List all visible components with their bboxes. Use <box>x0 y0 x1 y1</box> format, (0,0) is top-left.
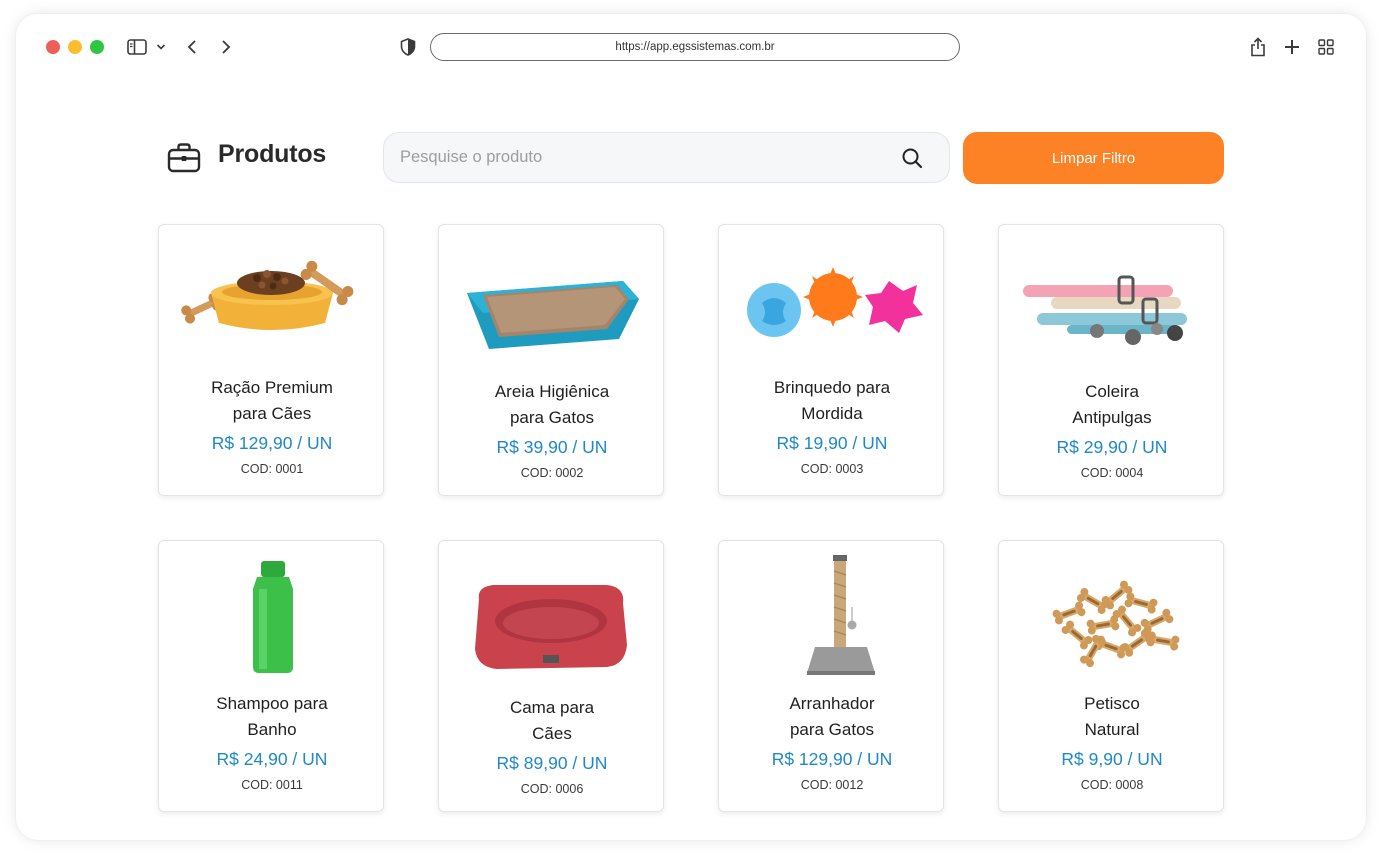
product-price: R$ 9,90 / UN <box>1061 749 1163 769</box>
maximize-window-button[interactable] <box>90 40 104 54</box>
search-icon[interactable] <box>901 147 923 169</box>
product-price: R$ 24,90 / UN <box>216 749 328 769</box>
product-price: R$ 129,90 / UN <box>211 433 333 453</box>
product-image <box>447 233 657 363</box>
product-name: Cama para Cães <box>509 698 595 743</box>
product-code: COD: 0008 <box>1080 778 1144 792</box>
plus-icon[interactable] <box>1282 36 1302 58</box>
product-image <box>727 549 937 679</box>
product-card[interactable]: Brinquedo para Mordida R$ 19,90 / UN COD:… <box>718 224 944 496</box>
chevron-down-icon[interactable] <box>154 36 168 58</box>
product-name: Areia Higiênica para Gatos <box>494 382 610 427</box>
product-code: COD: 0006 <box>520 782 584 796</box>
product-code: COD: 0001 <box>240 462 304 476</box>
product-card[interactable]: Areia Higiênica para Gatos R$ 39,90 / UN … <box>438 224 664 496</box>
product-price: R$ 39,90 / UN <box>496 437 608 457</box>
search-bar <box>383 132 950 183</box>
product-name: Brinquedo para Mordida <box>773 378 891 423</box>
clear-filter-button[interactable]: Limpar Filtro <box>963 132 1224 184</box>
product-name: Coleira Antipulgas <box>1072 382 1152 427</box>
product-card[interactable]: Shampoo para Banho R$ 24,90 / UN COD: 001… <box>158 540 384 812</box>
product-card[interactable]: Ração Premium para Cães R$ 129,90 / UN CO… <box>158 224 384 496</box>
shield-icon[interactable] <box>399 36 417 58</box>
search-input[interactable] <box>384 148 901 167</box>
product-card[interactable]: Coleira Antipulgas R$ 29,90 / UN COD: 000… <box>998 224 1224 496</box>
close-window-button[interactable] <box>46 40 60 54</box>
sidebar-toggle-icon[interactable] <box>126 36 148 58</box>
address-bar[interactable]: https://app.egssistemas.com.br <box>430 33 960 61</box>
product-image <box>167 233 377 363</box>
browser-window: https://app.egssistemas.com.br Produtos … <box>16 14 1366 840</box>
product-image <box>447 549 657 679</box>
product-code: COD: 0003 <box>800 462 864 476</box>
page-title: Produtos <box>218 140 327 168</box>
product-name: Petisco Natural <box>1084 694 1140 739</box>
product-name: Ração Premium para Cães <box>211 378 333 423</box>
product-code: COD: 0004 <box>1080 466 1144 480</box>
product-image <box>1007 549 1217 679</box>
back-arrow-icon[interactable] <box>184 36 200 58</box>
product-image <box>1007 233 1217 363</box>
product-card[interactable]: Cama para Cães R$ 89,90 / UN COD: 0006 <box>438 540 664 812</box>
product-name: Shampoo para Banho <box>216 694 328 739</box>
address-url: https://app.egssistemas.com.br <box>615 41 775 53</box>
product-card[interactable]: Petisco Natural R$ 9,90 / UN COD: 0008 <box>998 540 1224 812</box>
product-code: COD: 0011 <box>241 778 303 792</box>
product-image <box>167 549 377 679</box>
product-code: COD: 0002 <box>520 466 584 480</box>
product-price: R$ 129,90 / UN <box>771 749 893 769</box>
minimize-window-button[interactable] <box>68 40 82 54</box>
product-price: R$ 19,90 / UN <box>776 433 888 453</box>
product-name: Arranhador para Gatos <box>789 694 875 739</box>
share-icon[interactable] <box>1248 36 1268 58</box>
briefcase-icon <box>167 142 201 174</box>
product-price: R$ 89,90 / UN <box>496 753 608 773</box>
product-code: COD: 0012 <box>800 778 864 792</box>
product-card[interactable]: Arranhador para Gatos R$ 129,90 / UN COD:… <box>718 540 944 812</box>
product-price: R$ 29,90 / UN <box>1056 437 1168 457</box>
forward-arrow-icon[interactable] <box>218 36 234 58</box>
tab-overview-icon[interactable] <box>1316 36 1336 58</box>
product-image <box>727 233 937 363</box>
